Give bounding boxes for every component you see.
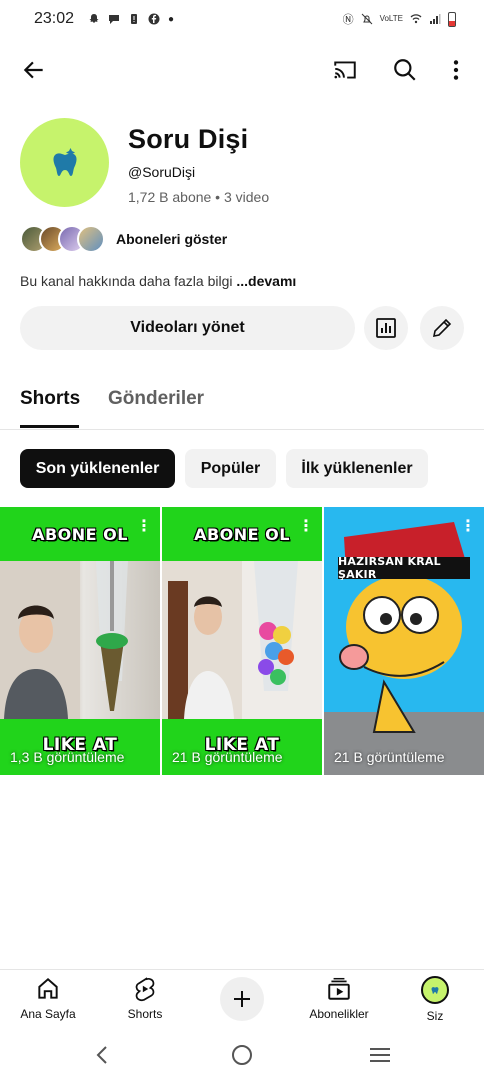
short-views: 1,3 B görüntüleme — [10, 749, 125, 765]
wifi-icon — [410, 14, 422, 24]
channel-about[interactable]: Bu kanal hakkında daha fazla bilgi ...de… — [20, 273, 296, 289]
tab-posts[interactable]: Gönderiler — [108, 388, 204, 410]
channel-name: Soru Dişi — [128, 124, 249, 154]
nav-shorts[interactable]: Shorts — [105, 976, 185, 1021]
alert-icon — [131, 14, 138, 24]
nav-subscriptions[interactable]: Abonelikler — [299, 976, 379, 1021]
manage-videos-label: Videoları yönet — [130, 319, 245, 336]
pencil-icon — [432, 318, 452, 338]
nfc-icon: Ⓝ — [342, 14, 354, 26]
short-menu-icon[interactable]: ⋮ — [298, 519, 314, 535]
recents-icon — [370, 1048, 390, 1062]
volte-label: VoLTE — [379, 14, 403, 23]
thumbnail-image — [162, 561, 322, 719]
dot-icon: ● — [168, 13, 175, 25]
analytics-icon — [376, 318, 396, 338]
system-recents-button[interactable] — [360, 1040, 400, 1070]
thumbnail-top-text: ABONE OL — [32, 524, 128, 544]
chip-latest[interactable]: Son yüklenenler — [20, 449, 175, 488]
nav-shorts-label: Shorts — [127, 1007, 163, 1021]
channel-handle: @SoruDişi — [128, 164, 196, 180]
back-button[interactable] — [14, 48, 54, 92]
circle-home-icon — [232, 1045, 252, 1065]
short-menu-icon[interactable]: ⋮ — [136, 519, 152, 535]
thumbnail-top-banner: HAZIRSAN KRAL ŞAKIR — [338, 555, 470, 581]
battery-icon — [448, 11, 456, 27]
subscriber-avatar — [77, 225, 105, 253]
channel-tabs: Shorts Gönderiler — [0, 378, 484, 430]
snapchat-icon — [89, 14, 99, 23]
chip-oldest[interactable]: İlk yüklenenler — [286, 449, 428, 488]
show-subscribers-row[interactable]: Aboneleri göster — [20, 225, 227, 253]
shorts-icon — [135, 977, 155, 1002]
bottom-navigation: Ana Sayfa Shorts Abonelikler Siz — [0, 969, 484, 1027]
analytics-button[interactable] — [364, 306, 408, 350]
show-subscribers-label: Aboneleri göster — [116, 231, 228, 247]
search-icon — [394, 59, 416, 81]
about-more-link[interactable]: ...devamı — [236, 273, 296, 289]
chip-popular[interactable]: Popüler — [185, 449, 276, 488]
chat-icon — [109, 15, 120, 24]
tooth-logo-icon — [52, 147, 77, 176]
cast-button[interactable] — [325, 48, 365, 92]
cast-icon — [334, 61, 356, 79]
nav-subscriptions-label: Abonelikler — [309, 1007, 369, 1021]
nav-home[interactable]: Ana Sayfa — [8, 976, 88, 1021]
status-left: 23:02 ● — [34, 10, 174, 28]
system-home-button[interactable] — [222, 1040, 262, 1070]
edit-button[interactable] — [420, 306, 464, 350]
more-button[interactable] — [436, 48, 476, 92]
tab-shorts[interactable]: Shorts — [20, 388, 80, 410]
thumbnail-illustration — [324, 507, 484, 775]
arrow-left-icon — [23, 61, 43, 79]
top-app-bar — [0, 48, 484, 92]
status-time: 23:02 — [34, 10, 75, 27]
plus-icon — [234, 991, 250, 1007]
about-text: Bu kanal hakkında daha fazla bilgi — [20, 273, 233, 289]
avatar — [421, 976, 449, 1004]
thumbnail-top-text: HAZIRSAN KRAL ŞAKIR — [338, 555, 441, 581]
thumbnail-illustration — [0, 561, 128, 719]
short-thumbnail[interactable]: ABONE OL LIKE AT ⋮ 1,3 B görüntüleme — [0, 507, 160, 775]
home-icon — [38, 977, 58, 999]
nav-you-label: Siz — [426, 1009, 444, 1023]
thumbnail-image — [0, 561, 160, 719]
facebook-icon — [148, 13, 160, 25]
status-bar: 23:02 ● Ⓝ VoLTE — [0, 0, 484, 38]
short-thumbnail[interactable]: HAZIRSAN KRAL ŞAKIR ⋮ 21 B görüntüleme — [324, 507, 484, 775]
short-thumbnail[interactable]: ABONE OL LIKE AT ⋮ 21 B görüntüleme — [162, 507, 322, 775]
short-views: 21 B görüntüleme — [172, 749, 283, 765]
tooth-logo-icon — [431, 987, 439, 994]
create-button[interactable] — [220, 977, 264, 1021]
manage-videos-button[interactable]: Videoları yönet — [20, 306, 355, 350]
system-back-button[interactable] — [82, 1040, 122, 1070]
active-tab-indicator — [20, 425, 79, 428]
more-vert-icon — [453, 60, 459, 80]
mute-icon — [361, 13, 372, 25]
system-navigation-bar — [0, 1030, 484, 1080]
channel-stats: 1,72 B abone • 3 video — [128, 189, 270, 205]
thumbnail-image — [324, 507, 484, 775]
channel-avatar[interactable] — [20, 118, 109, 207]
nav-home-label: Ana Sayfa — [20, 1007, 76, 1021]
signal-icon — [430, 14, 441, 24]
status-right: Ⓝ VoLTE — [343, 11, 456, 27]
short-menu-icon[interactable]: ⋮ — [460, 519, 476, 535]
subscriptions-icon — [328, 977, 350, 1000]
chevron-left-icon — [96, 1046, 107, 1064]
search-button[interactable] — [385, 48, 425, 92]
thumbnail-illustration — [162, 561, 298, 719]
thumbnail-top-text: ABONE OL — [194, 524, 290, 544]
nav-you[interactable]: Siz — [395, 976, 475, 1023]
short-views: 21 B görüntüleme — [334, 749, 445, 765]
